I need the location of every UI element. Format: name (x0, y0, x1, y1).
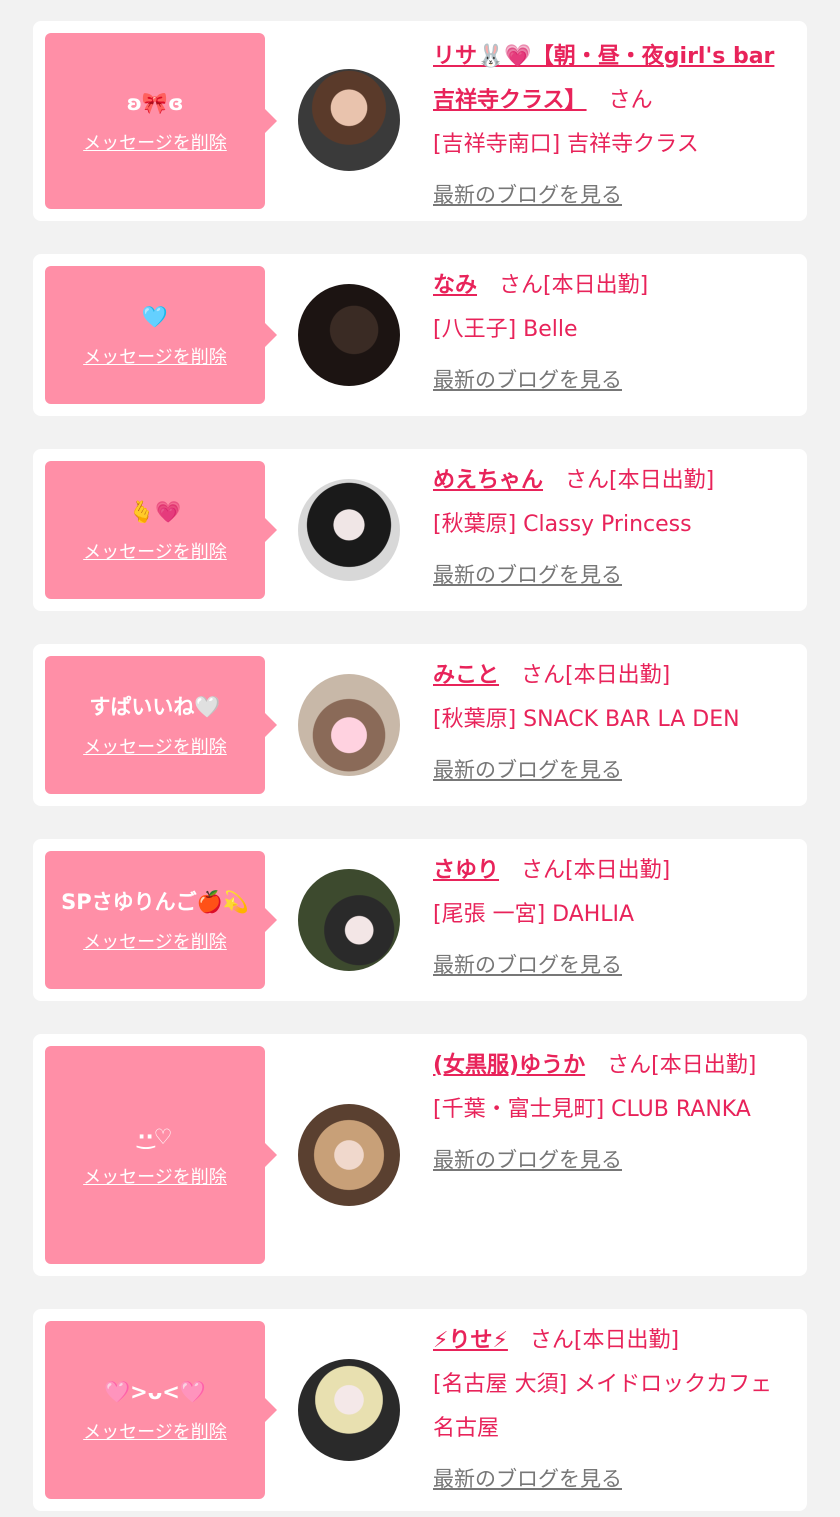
honorific: さん[本日出勤] (521, 663, 671, 688)
avatar[interactable] (298, 479, 400, 581)
honorific: さん[本日出勤] (521, 858, 671, 883)
message-bubble: ʚ🎀ɞ メッセージを削除 (45, 33, 277, 209)
message-text: SPさゆりんご🍎💫 (61, 890, 249, 914)
shop-location: [秋葉原] SNACK BAR LA DEN (433, 707, 740, 732)
latest-blog-link[interactable]: 最新のブログを見る (433, 748, 622, 792)
avatar[interactable] (298, 1104, 400, 1206)
message-bubble: 🩵 メッセージを削除 (45, 266, 277, 404)
shop-location: [尾張 一宮] DAHLIA (433, 902, 635, 927)
message-text: ʚ🎀ɞ (126, 91, 184, 115)
latest-blog-link[interactable]: 最新のブログを見る (433, 358, 622, 402)
cast-name-link[interactable]: めえちゃん (433, 468, 543, 493)
delete-message-link[interactable]: メッセージを削除 (83, 538, 227, 564)
message-text: すぱいいね🤍 (89, 695, 221, 719)
cast-name-link[interactable]: リサ🐰💗【朝・昼・夜girl's bar吉祥寺クラス】 (433, 44, 774, 113)
honorific: さん[本日出勤] (499, 273, 649, 298)
latest-blog-link[interactable]: 最新のブログを見る (433, 173, 622, 217)
message-text: 🫰💗 (128, 500, 182, 524)
message-card: 🩵 メッセージを削除 なみ さん[本日出勤] [八王子] Belle 最新のブログ… (33, 254, 807, 416)
message-bubble: 🫰💗 メッセージを削除 (45, 461, 277, 599)
avatar[interactable] (298, 1359, 400, 1461)
latest-blog-link[interactable]: 最新のブログを見る (433, 1138, 622, 1182)
delete-message-link[interactable]: メッセージを削除 (83, 733, 227, 759)
message-bubble: 🩷>ᴗ<🩷 メッセージを削除 (45, 1321, 277, 1499)
shop-location: [名古屋 大須] メイドロックカフェ名古屋 (433, 1372, 773, 1441)
cast-info: (女黒服)ゆうか さん[本日出勤] [千葉・富士見町] CLUB RANKA 最新… (433, 1044, 783, 1182)
honorific: さん[本日出勤] (607, 1053, 757, 1078)
delete-message-link[interactable]: メッセージを削除 (83, 928, 227, 954)
message-card: すぱいいね🤍 メッセージを削除 みこと さん[本日出勤] [秋葉原] SNACK … (33, 644, 807, 806)
message-card: 🩷>ᴗ<🩷 メッセージを削除 ⚡りせ⚡ さん[本日出勤] [名古屋 大須] メイド… (33, 1309, 807, 1511)
message-card: 🫰💗 メッセージを削除 めえちゃん さん[本日出勤] [秋葉原] Classy P… (33, 449, 807, 611)
cast-name-link[interactable]: みこと (433, 663, 499, 688)
message-text: 🩷>ᴗ<🩷 (104, 1380, 206, 1404)
cast-name-link[interactable]: さゆり (433, 858, 499, 883)
avatar[interactable] (298, 869, 400, 971)
cast-info: みこと さん[本日出勤] [秋葉原] SNACK BAR LA DEN 最新のブロ… (433, 654, 783, 792)
delete-message-link[interactable]: メッセージを削除 (83, 1163, 227, 1189)
message-card: SPさゆりんご🍎💫 メッセージを削除 さゆり さん[本日出勤] [尾張 一宮] D… (33, 839, 807, 1001)
message-bubble: すぱいいね🤍 メッセージを削除 (45, 656, 277, 794)
delete-message-link[interactable]: メッセージを削除 (83, 1418, 227, 1444)
avatar[interactable] (298, 69, 400, 171)
latest-blog-link[interactable]: 最新のブログを見る (433, 1457, 622, 1501)
shop-location: [秋葉原] Classy Princess (433, 512, 692, 537)
latest-blog-link[interactable]: 最新のブログを見る (433, 943, 622, 987)
delete-message-link[interactable]: メッセージを削除 (83, 343, 227, 369)
message-card: ·͜·♡ メッセージを削除 (女黒服)ゆうか さん[本日出勤] [千葉・富士見町]… (33, 1034, 807, 1276)
message-bubble: SPさゆりんご🍎💫 メッセージを削除 (45, 851, 277, 989)
shop-location: [吉祥寺南口] 吉祥寺クラス (433, 132, 699, 157)
cast-info: さゆり さん[本日出勤] [尾張 一宮] DAHLIA 最新のブログを見る (433, 849, 783, 987)
message-text: 🩵 (141, 305, 169, 329)
cast-info: ⚡りせ⚡ さん[本日出勤] [名古屋 大須] メイドロックカフェ名古屋 最新のブロ… (433, 1319, 783, 1501)
avatar[interactable] (298, 284, 400, 386)
shop-location: [千葉・富士見町] CLUB RANKA (433, 1097, 751, 1122)
cast-info: めえちゃん さん[本日出勤] [秋葉原] Classy Princess 最新のブ… (433, 459, 783, 597)
cast-name-link[interactable]: なみ (433, 273, 477, 298)
message-card: ʚ🎀ɞ メッセージを削除 リサ🐰💗【朝・昼・夜girl's bar吉祥寺クラス】… (33, 21, 807, 221)
cast-info: リサ🐰💗【朝・昼・夜girl's bar吉祥寺クラス】 さん [吉祥寺南口] 吉祥… (433, 35, 783, 217)
message-bubble: ·͜·♡ メッセージを削除 (45, 1046, 277, 1264)
cast-name-link[interactable]: ⚡りせ⚡ (433, 1328, 508, 1353)
honorific: さん (608, 88, 653, 113)
shop-location: [八王子] Belle (433, 317, 578, 342)
delete-message-link[interactable]: メッセージを削除 (83, 129, 227, 155)
message-text: ·͜·♡ (137, 1125, 173, 1149)
honorific: さん[本日出勤] (529, 1328, 680, 1353)
latest-blog-link[interactable]: 最新のブログを見る (433, 553, 622, 597)
cast-name-link[interactable]: (女黒服)ゆうか (433, 1053, 585, 1078)
cast-info: なみ さん[本日出勤] [八王子] Belle 最新のブログを見る (433, 264, 783, 402)
honorific: さん[本日出勤] (565, 468, 715, 493)
avatar[interactable] (298, 674, 400, 776)
